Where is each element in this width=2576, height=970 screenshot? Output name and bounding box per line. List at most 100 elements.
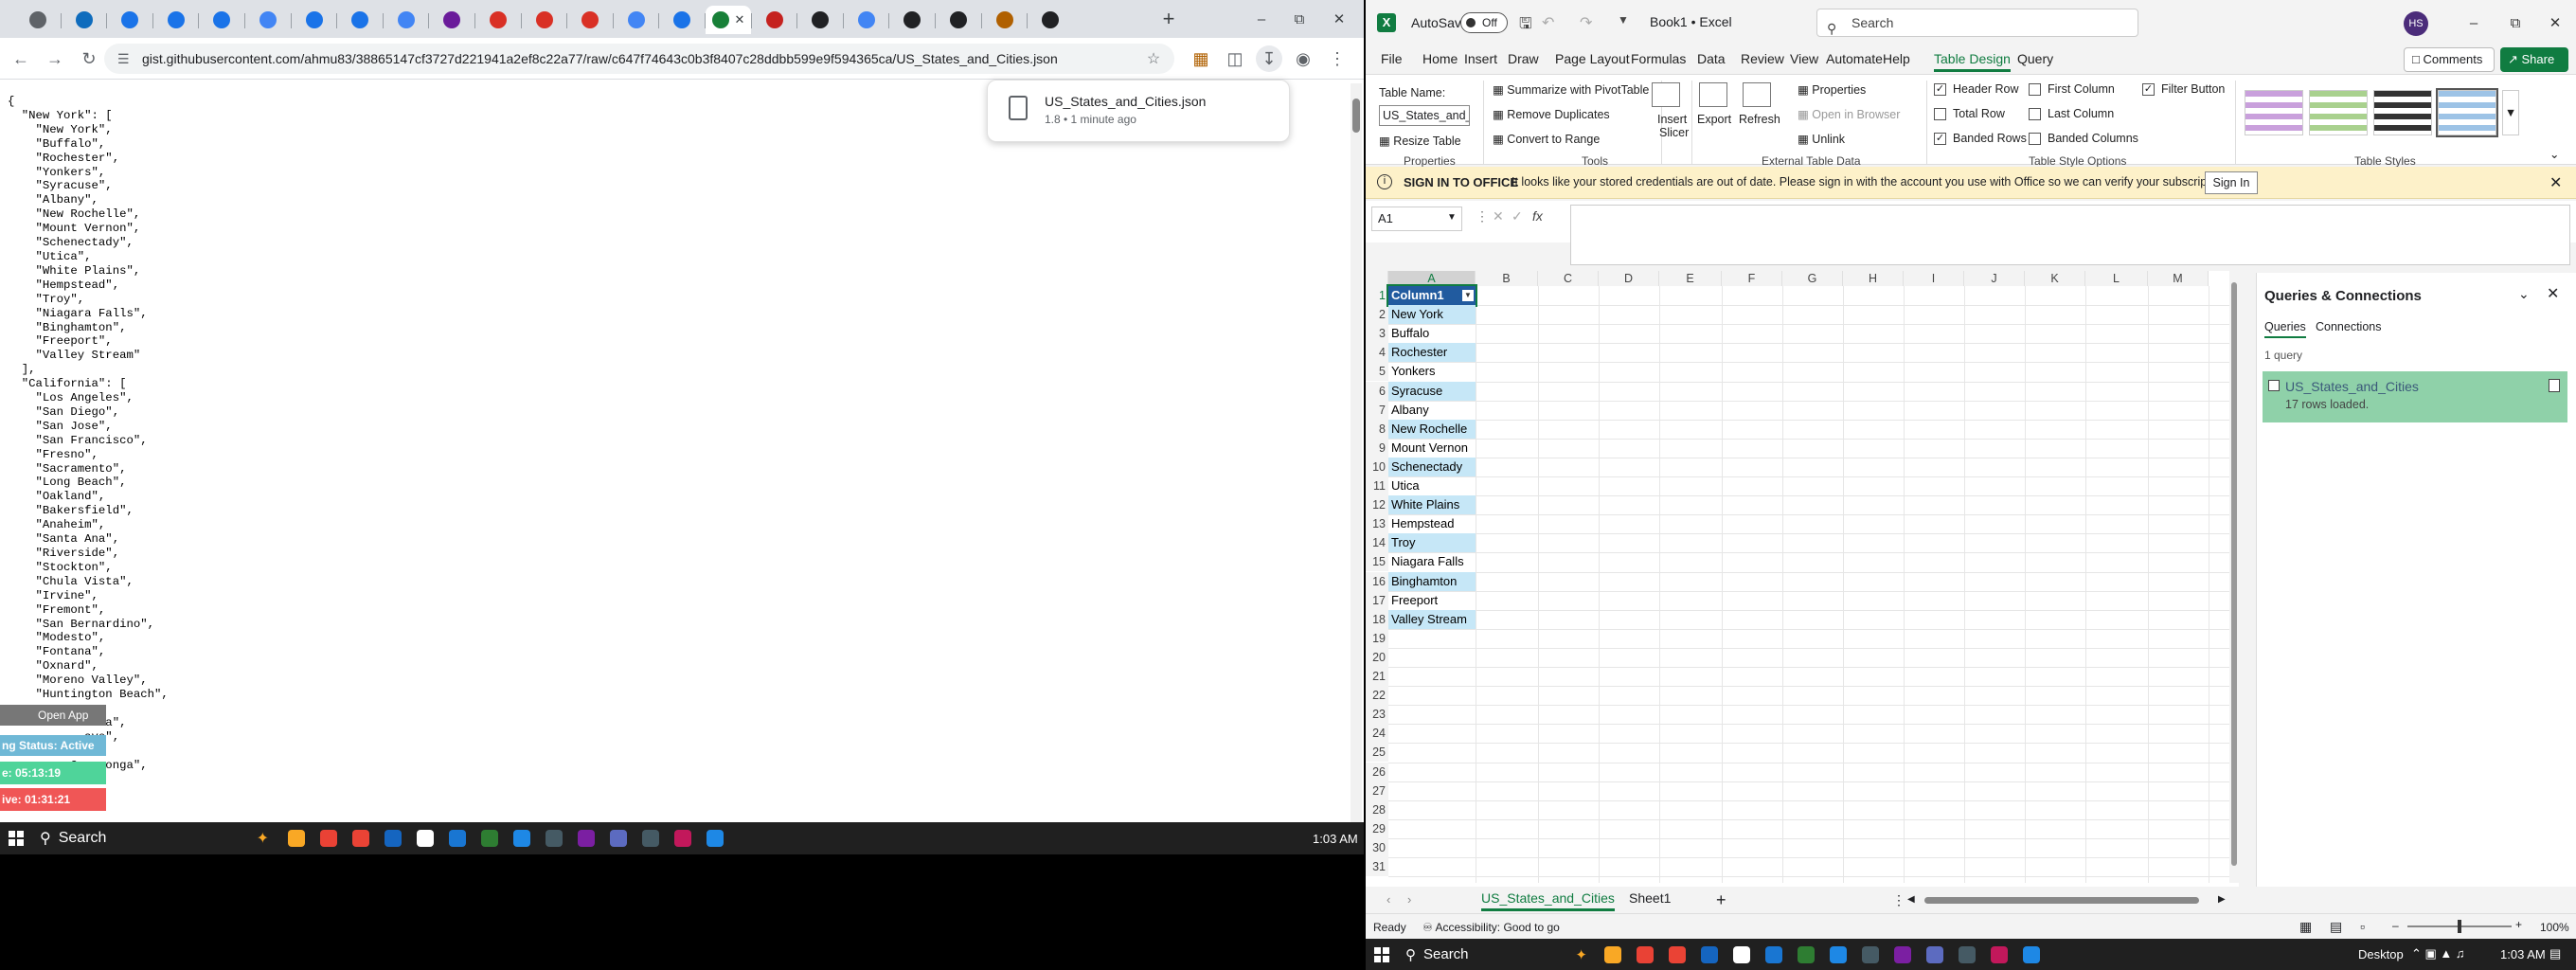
browser-tab[interactable] (614, 6, 659, 34)
extension-icon[interactable]: ▦ (1188, 45, 1214, 72)
refresh-icon[interactable] (1743, 82, 1771, 107)
taskbar-app-icon[interactable] (540, 824, 568, 853)
menu-tab-review[interactable]: Review (1741, 51, 1784, 66)
confirm-entry-icon[interactable]: ✓ (1512, 208, 1523, 225)
column-header[interactable]: E (1659, 271, 1722, 286)
taskbar-app-icon[interactable] (669, 824, 697, 853)
convert-range-button[interactable]: ▦ Convert to Range (1493, 132, 1600, 146)
table-cell[interactable]: Valley Stream (1388, 609, 1476, 629)
row-header[interactable]: 26 (1366, 762, 1388, 781)
taskbar-clock[interactable]: 1:03 AM (1313, 832, 1358, 846)
address-bar[interactable]: ☰ gist.githubusercontent.com/ahmu83/3886… (104, 44, 1174, 74)
row-header[interactable]: 15 (1366, 552, 1388, 572)
browser-tab[interactable] (15, 6, 61, 34)
table-style-green[interactable] (2309, 90, 2368, 135)
edit-query-icon[interactable] (2549, 379, 2560, 392)
row-header[interactable]: 29 (1366, 818, 1388, 838)
row-header[interactable]: 14 (1366, 533, 1388, 553)
filter-button-checkbox[interactable]: ✓ (2142, 83, 2155, 96)
browser-tab[interactable]: ✕ (706, 6, 751, 34)
menu-kebab-icon[interactable]: ⋮ (1324, 45, 1351, 72)
row-header[interactable]: 28 (1366, 799, 1388, 819)
row-header[interactable]: 11 (1366, 476, 1388, 496)
browser-tab[interactable] (982, 6, 1028, 34)
minimize-button[interactable]: – (2455, 9, 2493, 36)
column-header[interactable]: M (2148, 271, 2209, 286)
zoom-level[interactable]: 100% (2540, 921, 2569, 934)
accessibility-status[interactable]: ♾ Accessibility: Good to go (1422, 921, 1560, 934)
query-item-name[interactable]: US_States_and_Cities (2285, 379, 2419, 394)
header-row-checkbox[interactable]: ✓ (1934, 83, 1946, 96)
column-header[interactable]: I (1904, 271, 1964, 286)
column-header[interactable]: C (1538, 271, 1599, 286)
column-header[interactable]: J (1964, 271, 2025, 286)
taskbar-app-icon[interactable] (636, 824, 665, 853)
system-tray-icons[interactable]: ⌃ ▣ ▲ ♫ (2411, 946, 2465, 961)
tab-connections[interactable]: Connections (2316, 320, 2382, 333)
last-column-checkbox[interactable] (2029, 108, 2041, 120)
menu-tab-automate[interactable]: Automate (1826, 51, 1883, 66)
browser-tab[interactable] (337, 6, 383, 34)
summarize-pivot-button[interactable]: ▦ Summarize with PivotTable (1493, 82, 1649, 97)
taskbar-app-icon[interactable] (1888, 941, 1917, 969)
table-cell[interactable]: Utica (1388, 476, 1476, 495)
insert-slicer-icon[interactable] (1652, 82, 1680, 107)
table-cell[interactable]: Rochester (1388, 343, 1476, 363)
table-style-purple[interactable] (2245, 90, 2303, 135)
row-header[interactable]: 13 (1366, 514, 1388, 534)
add-sheet-icon[interactable]: + (1716, 890, 1726, 910)
browser-tab[interactable] (522, 6, 567, 34)
first-column-checkbox[interactable] (2029, 83, 2041, 96)
save-icon[interactable]: 🖫 (1519, 13, 1532, 39)
menu-tab-table-design[interactable]: Table Design (1934, 51, 2011, 72)
taskbar-app-icon[interactable] (1856, 941, 1885, 969)
profile-icon[interactable]: ◉ (1290, 45, 1316, 72)
row-header[interactable]: 5 (1366, 362, 1388, 382)
scrollbar-thumb[interactable] (1352, 99, 1360, 133)
prev-sheet-icon[interactable]: ‹ (1386, 892, 1390, 907)
row-header[interactable]: 22 (1366, 686, 1388, 706)
column-header[interactable]: K (2025, 271, 2085, 286)
table-cell[interactable]: Mount Vernon (1388, 439, 1476, 458)
table-cell[interactable]: Albany (1388, 401, 1476, 420)
row-header[interactable]: 7 (1366, 400, 1388, 420)
restore-button[interactable]: ⧉ (2496, 9, 2534, 36)
browser-tab[interactable] (199, 6, 244, 34)
horizontal-scrollbar[interactable] (1924, 897, 2199, 904)
menu-tab-formulas[interactable]: Formulas (1631, 51, 1686, 66)
close-icon[interactable]: ✕ (2547, 284, 2559, 303)
row-header[interactable]: 1 (1366, 286, 1388, 306)
minimize-button[interactable]: – (1243, 6, 1280, 32)
taskbar-app-icon[interactable] (411, 824, 439, 853)
unlink-button[interactable]: ▦ Unlink (1798, 132, 1845, 146)
taskbar-app-icon[interactable] (1985, 941, 2013, 969)
next-sheet-icon[interactable]: › (1407, 892, 1411, 907)
table-cell[interactable]: New Rochelle (1388, 419, 1476, 439)
table-cell[interactable]: Hempstead (1388, 514, 1476, 533)
table-style-blue-selected[interactable] (2436, 88, 2498, 137)
row-header[interactable]: 8 (1366, 419, 1388, 439)
row-header[interactable]: 21 (1366, 667, 1388, 687)
browser-tab[interactable] (1028, 6, 1073, 34)
insert-slicer-label-2[interactable]: Slicer (1659, 126, 1689, 139)
bookmark-star-icon[interactable]: ☆ (1140, 45, 1167, 72)
taskbar-search[interactable]: ⚲ Search ✦ (32, 822, 269, 854)
browser-tab[interactable] (752, 6, 797, 34)
close-window-button[interactable]: ✕ (1320, 6, 1358, 32)
forward-button[interactable]: → (42, 45, 68, 72)
restore-button[interactable]: ⧉ (1280, 6, 1318, 32)
row-header[interactable]: 31 (1366, 857, 1388, 877)
row-header[interactable]: 4 (1366, 343, 1388, 363)
resize-table-button[interactable]: ▦ Resize Table (1379, 134, 1461, 148)
redo-icon[interactable]: ↷ (1580, 13, 1592, 32)
column-header[interactable]: F (1722, 271, 1782, 286)
taskbar-app-icon[interactable] (2017, 941, 2046, 969)
table-header-cell[interactable]: Column1 ▼ (1386, 283, 1477, 308)
browser-tab[interactable] (797, 6, 843, 34)
table-cell[interactable]: White Plains (1388, 495, 1476, 515)
row-header[interactable]: 27 (1366, 781, 1388, 800)
menu-tab-page-layout[interactable]: Page Layout (1555, 51, 1630, 66)
table-cell[interactable]: New York (1388, 305, 1476, 325)
taskbar-app-icon[interactable] (1792, 941, 1820, 969)
page-layout-view-icon[interactable]: ▤ (2330, 919, 2342, 935)
